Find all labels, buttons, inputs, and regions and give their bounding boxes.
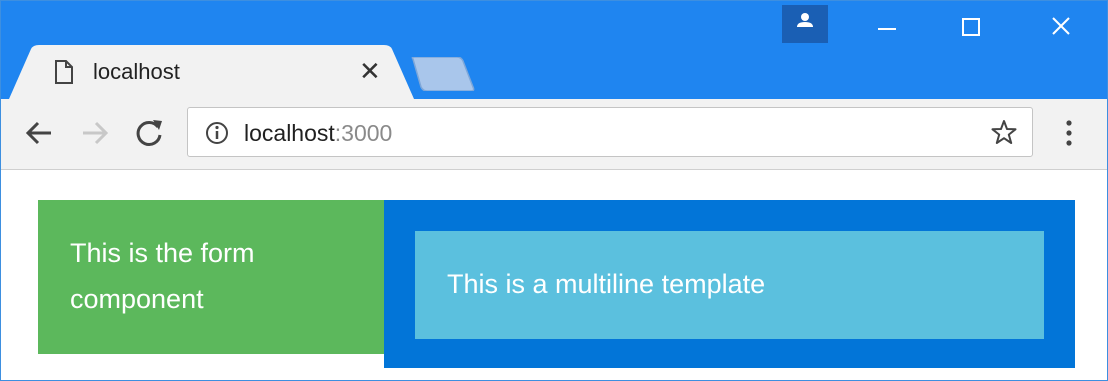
form-component: This is the form component	[38, 200, 384, 354]
url-text: localhost:3000	[244, 120, 392, 146]
forward-button[interactable]	[77, 115, 113, 151]
url-host: localhost	[244, 120, 335, 146]
reload-button[interactable]	[131, 115, 167, 151]
multiline-template: This is a multiline template	[415, 231, 1044, 339]
browser-toolbar: localhost:3000	[1, 99, 1107, 170]
address-bar[interactable]: localhost:3000	[187, 107, 1033, 157]
arrow-right-icon	[83, 121, 109, 145]
profile-button[interactable]	[782, 5, 828, 43]
reload-icon	[136, 120, 162, 146]
title-bar: localhost ✕	[1, 1, 1107, 99]
person-icon	[797, 13, 813, 27]
template-text: This is a multiline template	[447, 269, 766, 299]
info-icon[interactable]	[204, 120, 230, 151]
close-icon	[1052, 17, 1070, 35]
minimize-button[interactable]	[856, 9, 916, 43]
tab-title: localhost	[93, 59, 180, 84]
template-container: This is a multiline template	[384, 200, 1075, 368]
minimize-icon	[878, 28, 896, 30]
new-tab-icon[interactable]	[409, 56, 475, 96]
form-component-text: This is the form component	[70, 238, 255, 314]
window-close-button[interactable]	[1031, 9, 1091, 43]
back-button[interactable]	[21, 115, 57, 151]
arrow-left-icon	[25, 121, 51, 145]
page-icon	[53, 59, 75, 90]
more-vert-icon[interactable]	[1061, 117, 1077, 154]
url-port: :3000	[334, 120, 393, 146]
tab-close-button[interactable]: ✕	[359, 57, 381, 85]
maximize-icon	[962, 18, 980, 36]
page-content: This is the form component This is a mul…	[1, 170, 1107, 380]
maximize-button[interactable]	[941, 9, 1001, 43]
browser-window: localhost ✕ localhost:3000 This is the f…	[0, 0, 1108, 381]
star-icon[interactable]	[990, 118, 1018, 151]
